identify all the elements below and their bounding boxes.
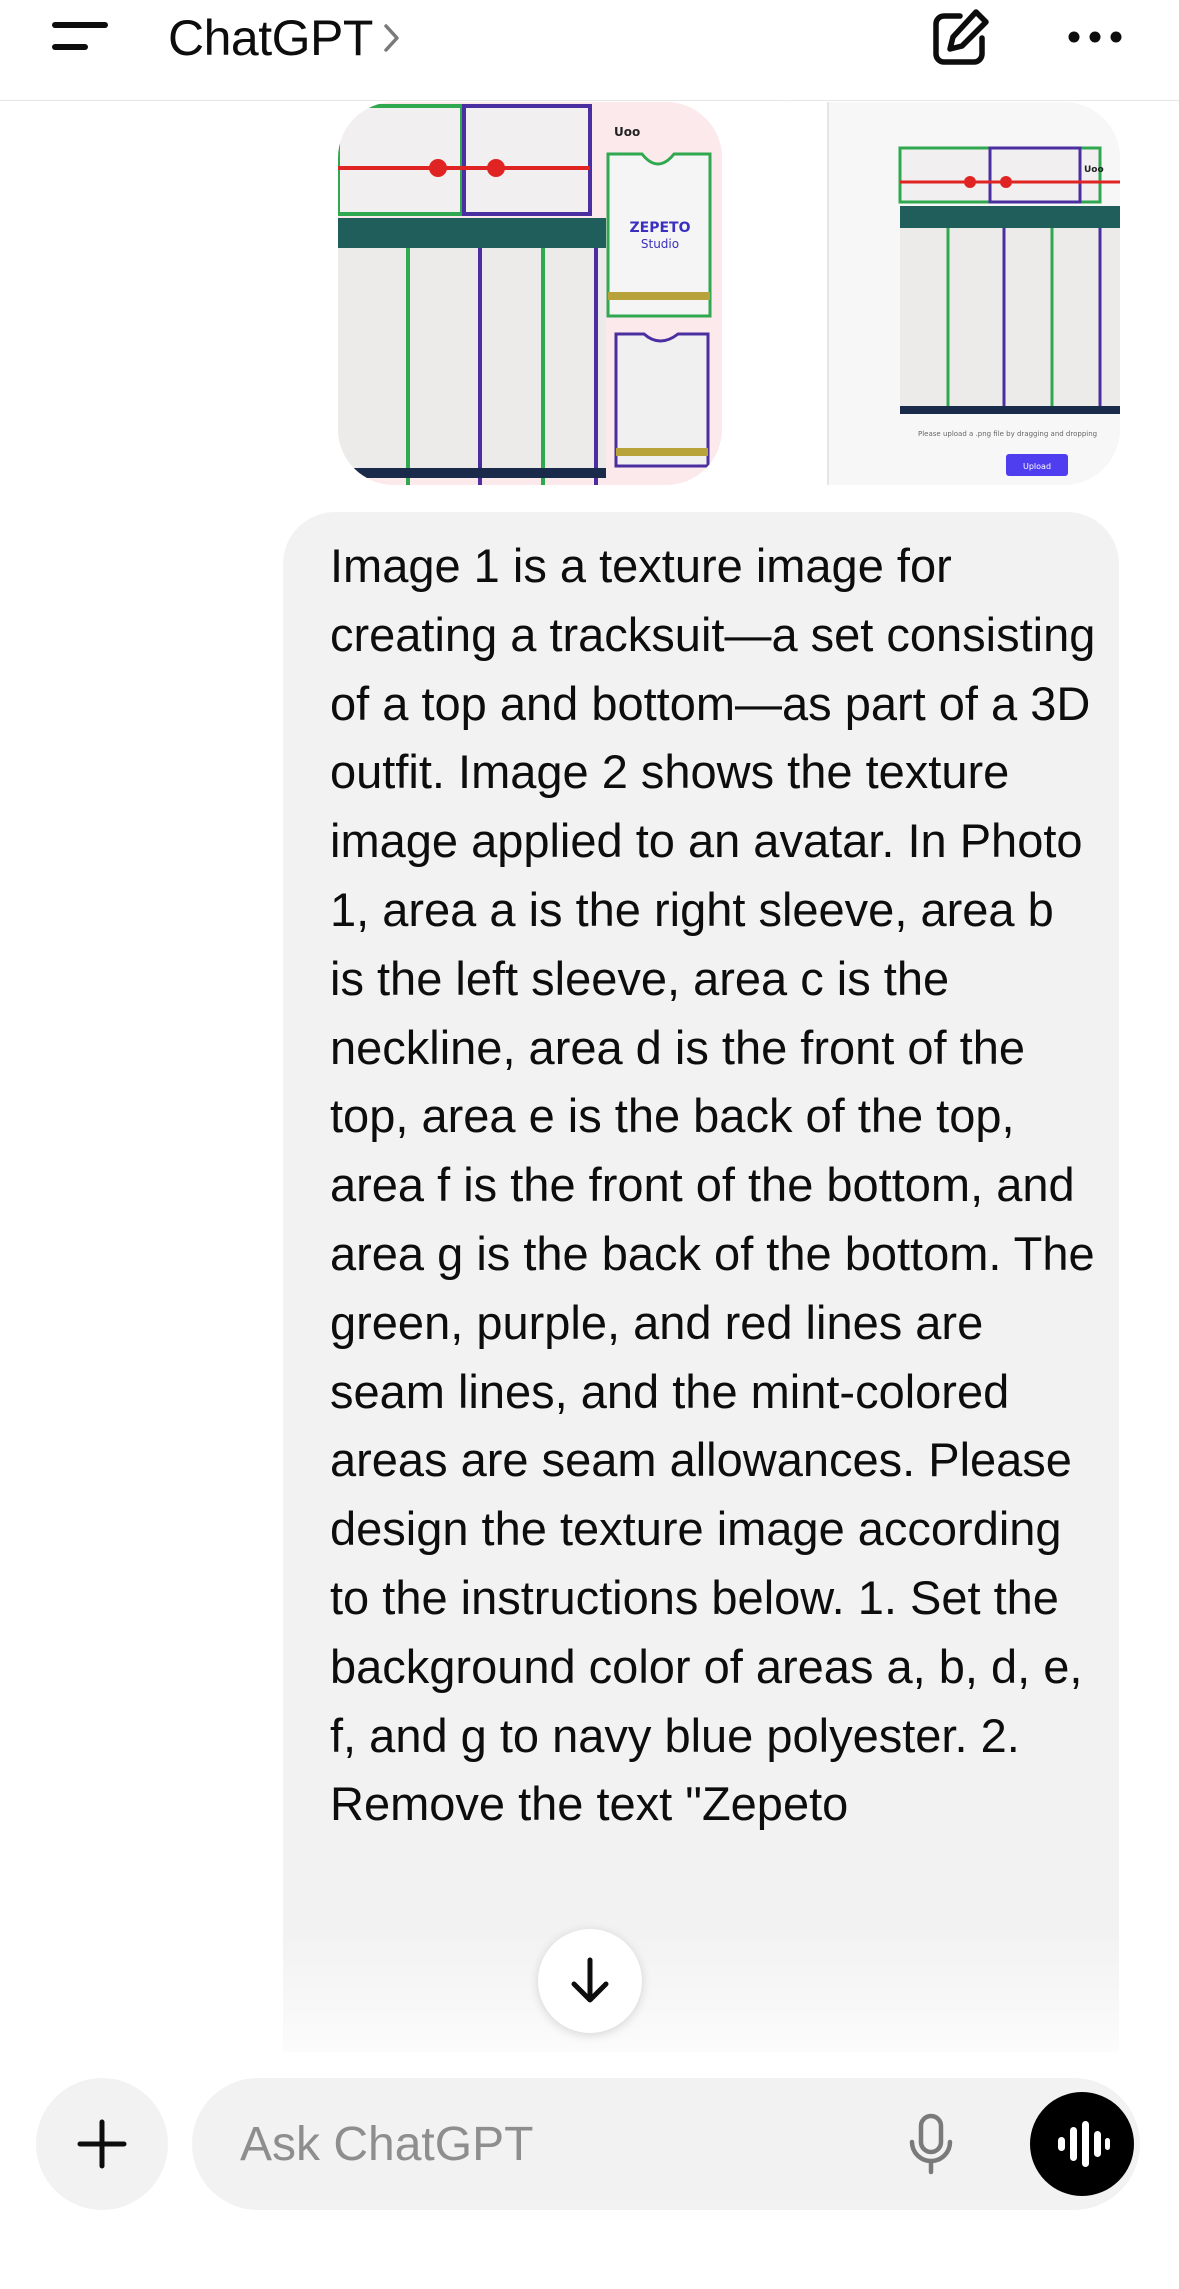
- user-message-text: Image 1 is a texture image for creating …: [330, 539, 1109, 1831]
- plus-icon: [77, 2119, 127, 2169]
- mic-icon[interactable]: [906, 2112, 956, 2176]
- voice-mode-button[interactable]: [1030, 2092, 1134, 2196]
- upload-hint-text: Please upload a .png file by dragging an…: [918, 430, 1097, 438]
- message-input-container[interactable]: [192, 2078, 1140, 2210]
- top-bar: ChatGPT: [0, 0, 1179, 101]
- zepeto-logo-sub: Studio: [641, 237, 679, 251]
- attachment-image-texture[interactable]: ZEPETO Studio Uoo: [338, 102, 722, 485]
- upload-button-label: Upload: [1023, 462, 1051, 471]
- corner-label-2: Uoo: [1084, 165, 1104, 175]
- image-attachments: ZEPETO Studio Uoo Uoo Please upload a .p…: [0, 102, 1179, 488]
- corner-label: Uoo: [614, 125, 640, 139]
- message-input[interactable]: [240, 2078, 800, 2210]
- arrow-down-icon: [571, 1957, 609, 2003]
- voice-waveform-icon: [1058, 2121, 1110, 2167]
- model-selector[interactable]: ChatGPT: [168, 8, 403, 68]
- chevron-right-icon: [384, 24, 399, 52]
- more-icon[interactable]: [1066, 22, 1124, 52]
- attach-button[interactable]: [36, 2078, 168, 2210]
- zepeto-logo-text: ZEPETO: [630, 220, 691, 236]
- app-title: ChatGPT: [168, 10, 373, 66]
- scroll-down-button[interactable]: [538, 1929, 642, 2033]
- compose-icon[interactable]: [930, 6, 990, 70]
- bubble-fade: [283, 1932, 1119, 2052]
- menu-icon[interactable]: [52, 18, 112, 58]
- attachment-image-avatar[interactable]: Uoo Please upload a .png file by draggin…: [738, 102, 1120, 485]
- composer-bar: [0, 2052, 1179, 2289]
- user-message-bubble: Image 1 is a texture image for creating …: [283, 512, 1119, 2052]
